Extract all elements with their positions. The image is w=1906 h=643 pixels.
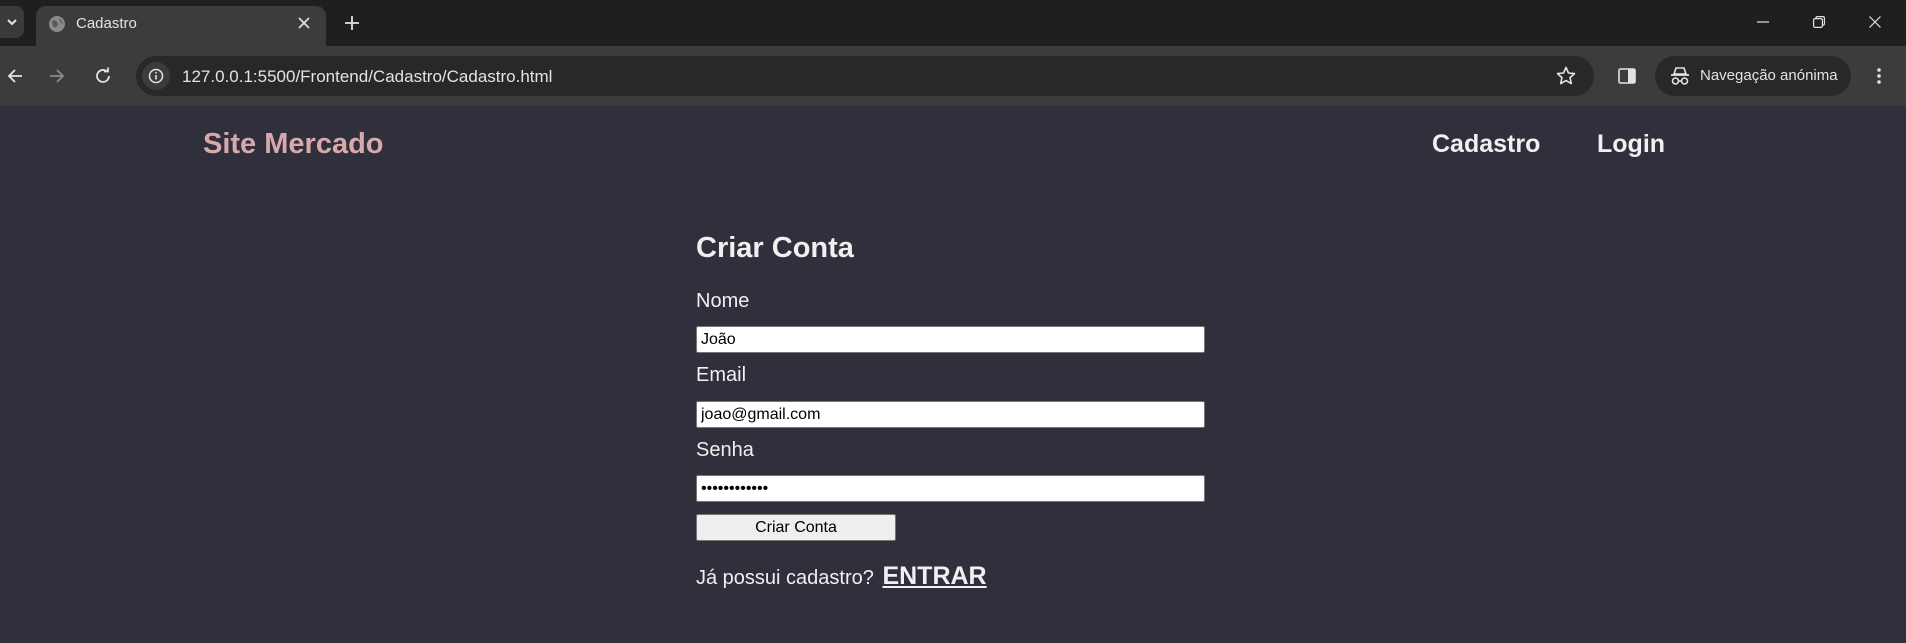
name-label: Nome xyxy=(696,290,750,312)
site-info-button[interactable] xyxy=(142,62,170,90)
bookmark-button[interactable] xyxy=(1554,64,1578,88)
side-panel-icon xyxy=(1618,68,1636,84)
login-prompt-text: Já possui cadastro? xyxy=(696,567,874,589)
tab-list-icon xyxy=(7,19,17,26)
browser-menu-button[interactable] xyxy=(1864,61,1894,91)
tab-title: Cadastro xyxy=(76,15,137,32)
browser-tab-bar: Cadastro xyxy=(0,0,1906,48)
browser-tab[interactable]: Cadastro xyxy=(36,6,326,48)
side-panel-button[interactable] xyxy=(1612,61,1642,91)
nav-link-cadastro[interactable]: Cadastro xyxy=(1432,130,1540,159)
forward-arrow-icon xyxy=(50,69,65,83)
tab-search-button[interactable] xyxy=(0,6,24,38)
reload-button[interactable] xyxy=(88,61,118,91)
site-brand[interactable]: Site Mercado xyxy=(203,128,384,161)
email-input[interactable] xyxy=(696,401,1205,428)
back-button[interactable] xyxy=(0,61,30,91)
tab-close-button[interactable] xyxy=(294,13,314,33)
password-label: Senha xyxy=(696,439,754,461)
url-text: 127.0.0.1:5500/Frontend/Cadastro/Cadastr… xyxy=(182,67,553,86)
globe-icon xyxy=(49,16,65,32)
back-arrow-icon xyxy=(7,69,22,83)
browser-toolbar: 127.0.0.1:5500/Frontend/Cadastro/Cadastr… xyxy=(0,46,1906,106)
create-account-button[interactable]: Criar Conta xyxy=(696,514,896,541)
form-title: Criar Conta xyxy=(696,232,854,264)
nav-link-login[interactable]: Login xyxy=(1597,130,1665,159)
forward-button[interactable] xyxy=(42,61,72,91)
plus-icon xyxy=(345,16,359,30)
window-close-icon xyxy=(1869,16,1881,28)
address-bar[interactable]: 127.0.0.1:5500/Frontend/Cadastro/Cadastr… xyxy=(136,56,1594,96)
info-icon xyxy=(148,68,164,84)
close-icon xyxy=(298,17,310,29)
name-input[interactable] xyxy=(696,326,1205,353)
minimize-button[interactable] xyxy=(1740,8,1786,36)
login-prompt: Já possui cadastro? ENTRAR xyxy=(696,562,987,591)
restore-icon xyxy=(1813,16,1825,28)
incognito-indicator[interactable]: Navegação anónima xyxy=(1655,56,1851,96)
login-link[interactable]: ENTRAR xyxy=(882,562,986,590)
reload-icon xyxy=(96,67,110,83)
page-content: Site Mercado Cadastro Login Criar Conta … xyxy=(0,106,1906,643)
incognito-label: Navegação anónima xyxy=(1700,67,1838,84)
incognito-icon xyxy=(1671,67,1689,85)
restore-button[interactable] xyxy=(1796,8,1842,36)
new-tab-button[interactable] xyxy=(340,11,364,35)
minimize-icon xyxy=(1757,21,1769,23)
star-icon xyxy=(1556,66,1576,85)
window-close-button[interactable] xyxy=(1852,8,1898,36)
kebab-menu-icon xyxy=(1877,68,1881,84)
email-label: Email xyxy=(696,364,747,386)
password-input[interactable] xyxy=(696,475,1205,502)
